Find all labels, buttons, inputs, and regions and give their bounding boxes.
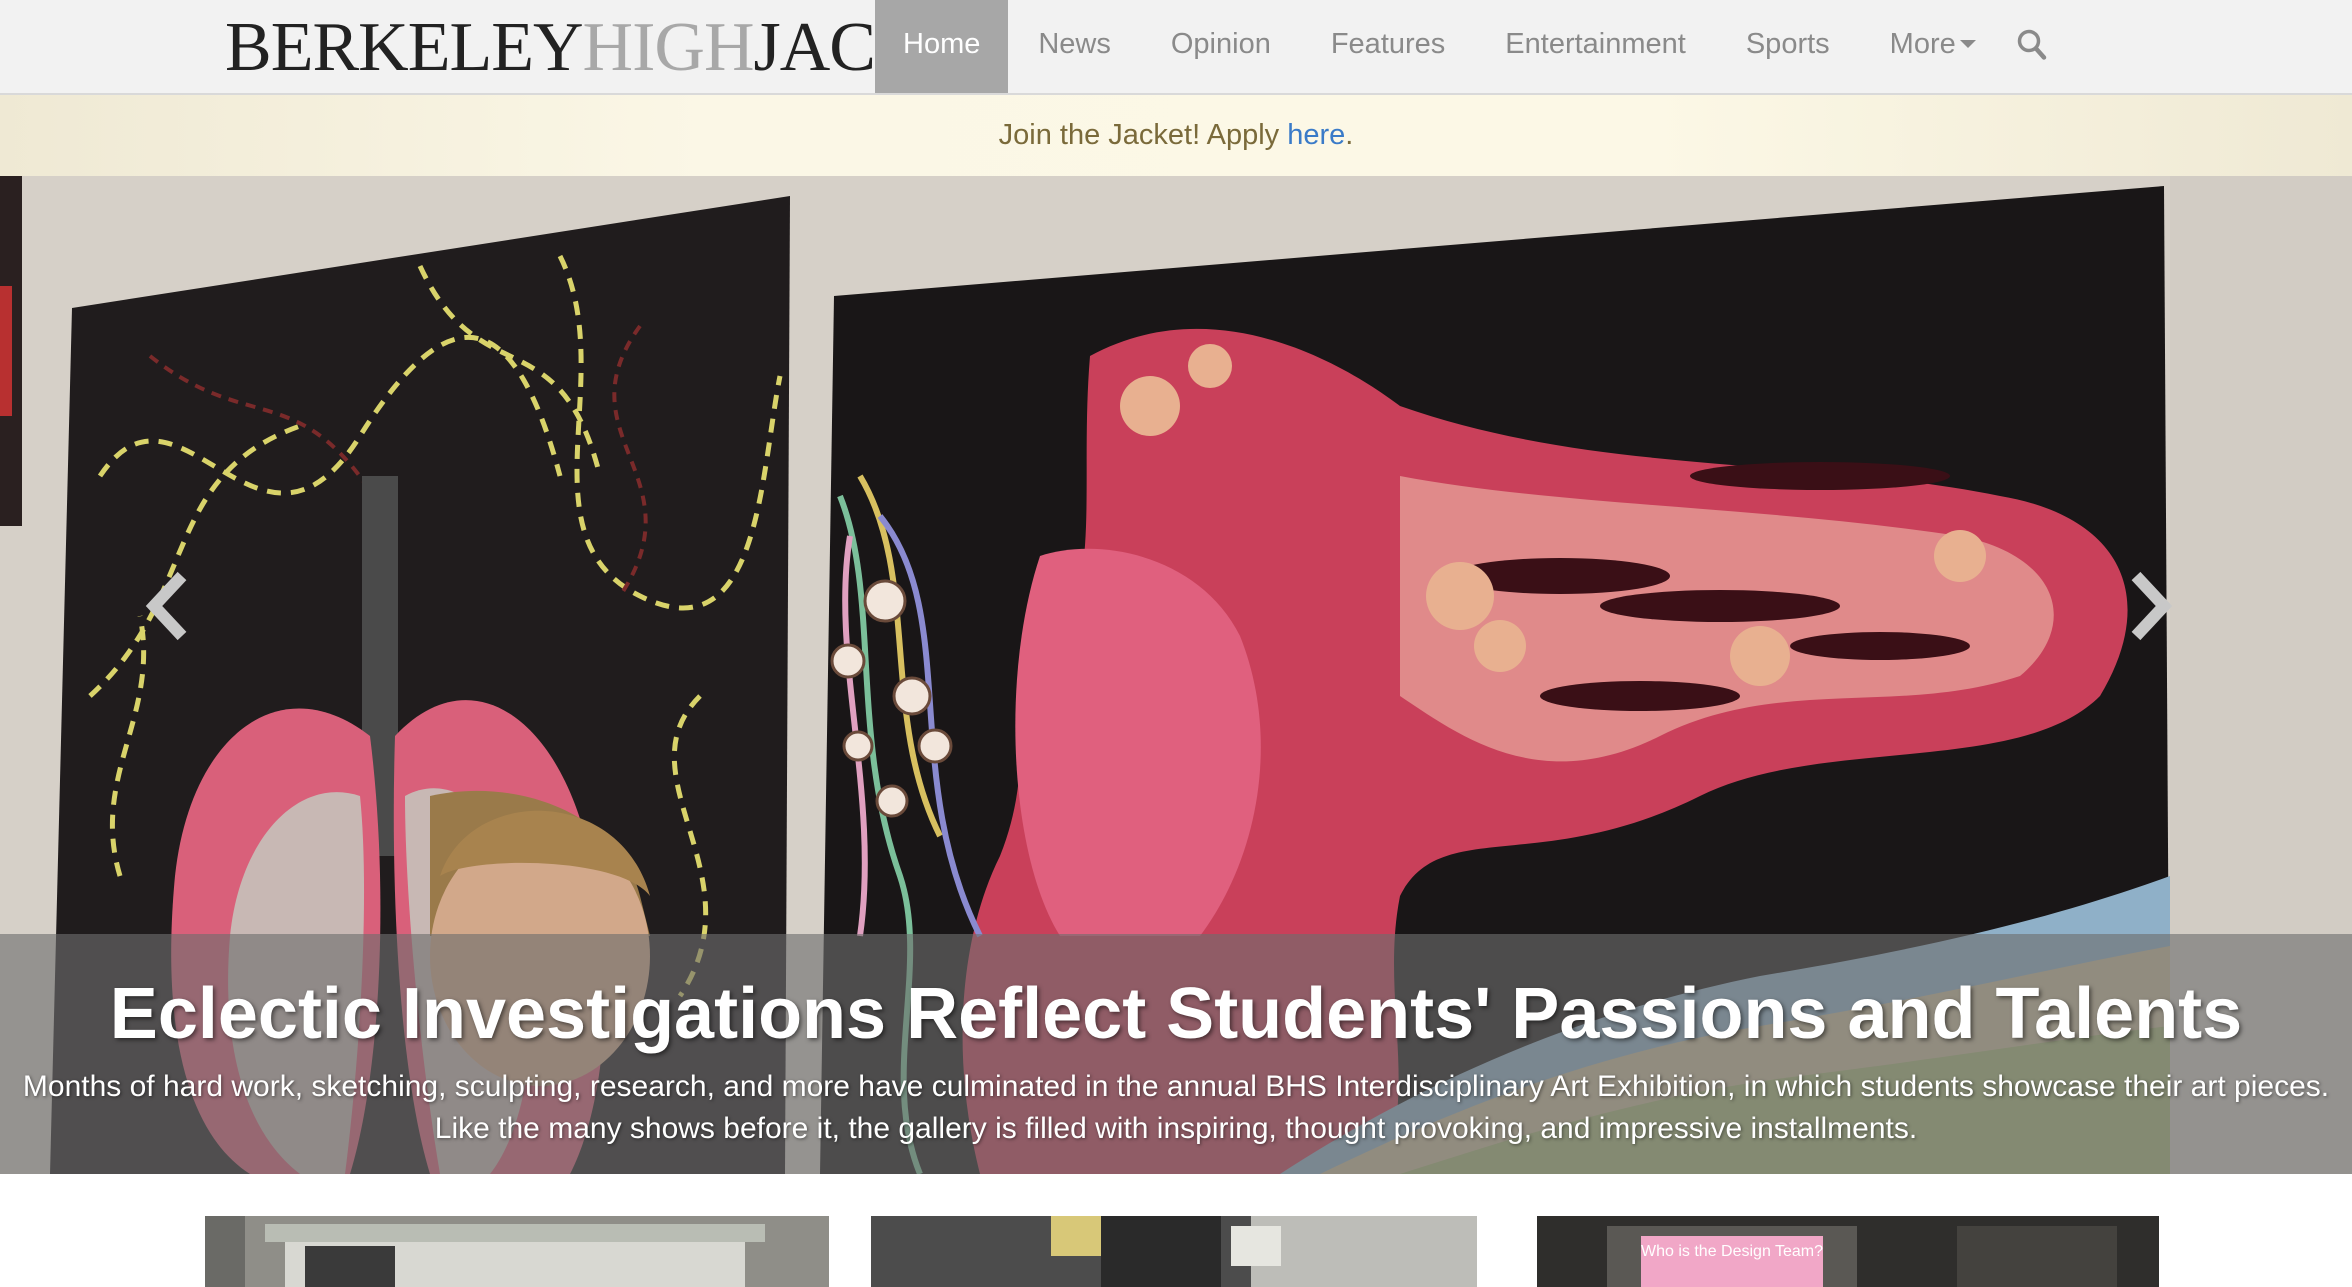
hero-carousel[interactable]: Eclectic Investigations Reflect Students… [0, 176, 2352, 1174]
hero-summary-line-2: Like the many shows before it, the galle… [434, 1112, 1918, 1145]
nav-news[interactable]: News [1008, 0, 1141, 93]
article-thumbnail-3[interactable]: Who is the Design Team? [1537, 1216, 2159, 1287]
thumbnail-image [871, 1216, 1477, 1287]
apply-link[interactable]: here [1287, 119, 1345, 151]
thumbnail-slide-text: Who is the Design Team? [1641, 1236, 1823, 1287]
nav-sports[interactable]: Sports [1716, 0, 1860, 93]
nav-home[interactable]: Home [875, 0, 1009, 93]
hero-title[interactable]: Eclectic Investigations Reflect Students… [0, 974, 2352, 1054]
thumbnail-image [205, 1216, 829, 1287]
caret-down-icon [1959, 40, 1976, 48]
nav-more-label: More [1889, 28, 1956, 60]
nav-features[interactable]: Features [1301, 0, 1475, 93]
search-icon[interactable] [2016, 28, 2048, 62]
logo-berkeley: BERKELEY [225, 9, 584, 86]
nav-opinion[interactable]: Opinion [1141, 0, 1301, 93]
nav-more-dropdown[interactable]: More [1860, 0, 2006, 93]
hero-summary-line-1: Months of hard work, sketching, sculptin… [22, 1070, 2330, 1103]
nav-entertainment[interactable]: Entertainment [1475, 0, 1716, 93]
logo-high: HIGH [582, 9, 755, 86]
announcement-bar: Join the Jacket! Apply here. [0, 95, 2352, 176]
article-thumbnail-1[interactable] [205, 1216, 829, 1287]
top-navbar: BERKELEYHIGHJACKET Home News Opinion Fea… [0, 0, 2352, 95]
announcement-suffix: . [1345, 119, 1354, 151]
hero-summary: Months of hard work, sketching, sculptin… [0, 1066, 2352, 1150]
article-thumbnail-2[interactable] [871, 1216, 1477, 1287]
announcement-text: Join the Jacket! Apply [998, 119, 1288, 151]
chevron-left-icon[interactable] [140, 566, 200, 646]
chevron-right-icon[interactable] [2118, 566, 2178, 646]
thumbnail-image [1537, 1216, 2159, 1287]
main-nav: Home News Opinion Features Entertainment… [875, 0, 2006, 93]
hero-caption: Eclectic Investigations Reflect Students… [0, 934, 2352, 1174]
